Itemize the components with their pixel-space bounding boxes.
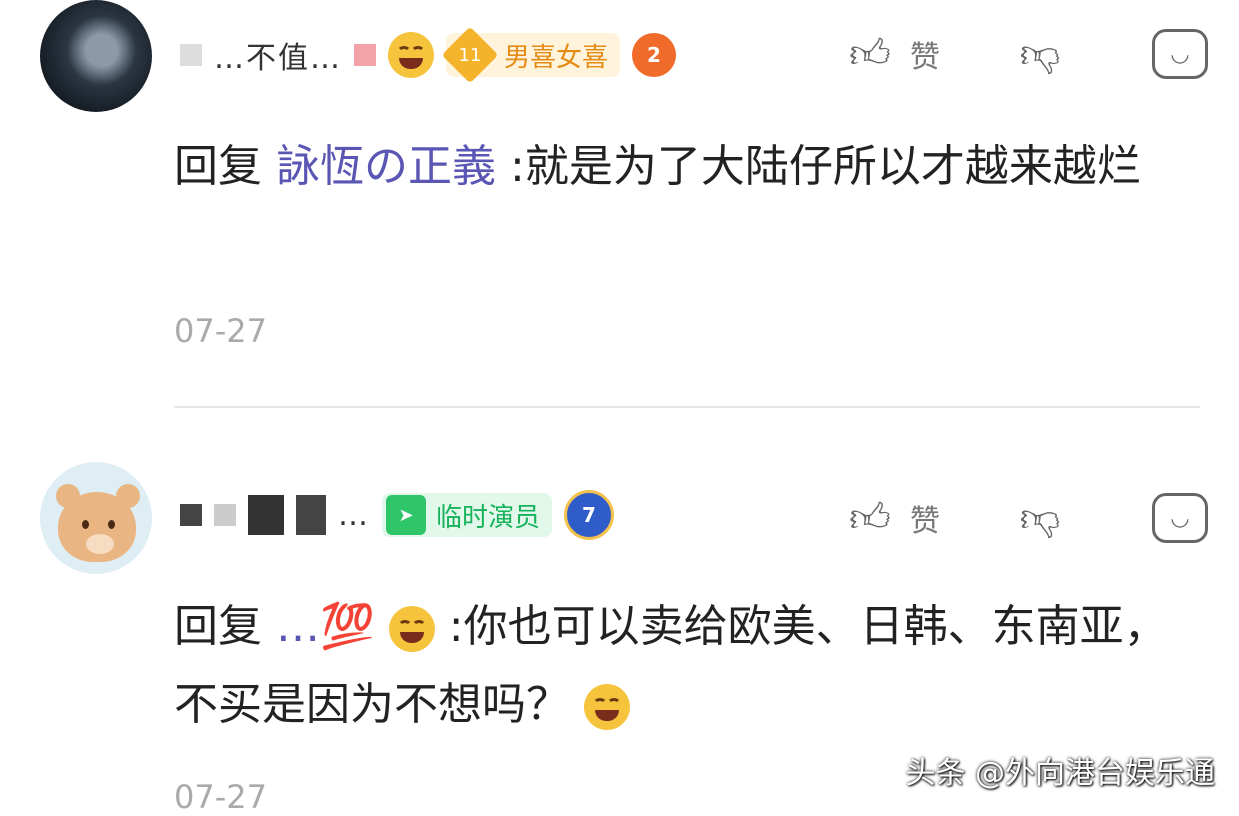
like-label: 赞 [910,40,940,75]
mosaic-block [248,495,284,535]
like-label: 赞 [910,504,940,539]
thumbs-up-icon: 👍︎ [849,31,891,77]
laughing-emoji-icon [584,684,630,730]
thumbs-down-icon[interactable]: 👎︎ [1010,494,1070,542]
reply-to-user[interactable]: …💯 [276,601,375,652]
mosaic-block [296,495,326,535]
mosaic-block [214,504,236,526]
comment-actions: 👍︎ 赞 👎︎ ◡ [840,488,1208,548]
badge-title: 男喜女喜 [504,42,609,73]
like-button[interactable]: 👍︎ 赞 [840,494,1000,542]
comment-text: 回复 …💯 :你也可以卖给欧美、日韩、东南亚，不买是因为不想吗？ [174,588,1174,744]
medal-icon[interactable]: 7 [564,490,615,540]
level-badge[interactable]: 11 男喜女喜 [441,26,621,84]
watermark: 头条 @外向港台娱乐通 [905,756,1215,791]
mosaic-block [180,44,202,66]
comment-item: …不值… 11 男喜女喜 2 👍︎ 赞 👎︎ ◡ 回复 詠恆の正義 :就是为了大… [0,0,1239,405]
reply-bubble-icon[interactable]: ◡ [1152,29,1208,79]
smile-emoji-icon [388,606,435,652]
reply-to-user[interactable]: 詠恆の正義 [276,141,496,192]
user-name[interactable]: …不值… [214,33,342,77]
comment-header: … ➤ 临时演员 7 [180,490,615,540]
like-button[interactable]: 👍︎ 赞 [840,30,1000,78]
comment-header: …不值… 11 男喜女喜 2 [180,26,677,84]
mosaic-block [180,504,202,526]
avatar[interactable] [40,462,152,574]
comment-body: :就是为了大陆仔所以才越来越烂 [510,141,1141,192]
comment-date: 07-27 [174,778,267,816]
smile-emoji-icon [388,32,434,78]
medal-icon[interactable]: 2 [632,33,677,77]
comment-text: 回复 詠恆の正義 :就是为了大陆仔所以才越来越烂 [174,128,1174,206]
thumbs-up-icon: 👍︎ [849,495,891,541]
badge-icon: ➤ [386,495,426,535]
level-number: 11 [458,44,482,66]
user-name[interactable]: … [338,498,370,533]
avatar[interactable] [40,0,152,112]
medal-number: 2 [647,43,661,67]
role-badge[interactable]: ➤ 临时演员 [382,493,553,537]
reply-prefix: 回复 [174,141,262,192]
medal-number: 7 [582,503,596,527]
reply-bubble-icon[interactable]: ◡ [1152,493,1208,543]
thumbs-down-icon[interactable]: 👎︎ [1010,30,1070,78]
mosaic-block [354,44,376,66]
comment-date: 07-27 [174,312,267,350]
comment-actions: 👍︎ 赞 👎︎ ◡ [840,24,1208,84]
reply-prefix: 回复 [174,601,262,652]
badge-title: 临时演员 [436,502,541,533]
